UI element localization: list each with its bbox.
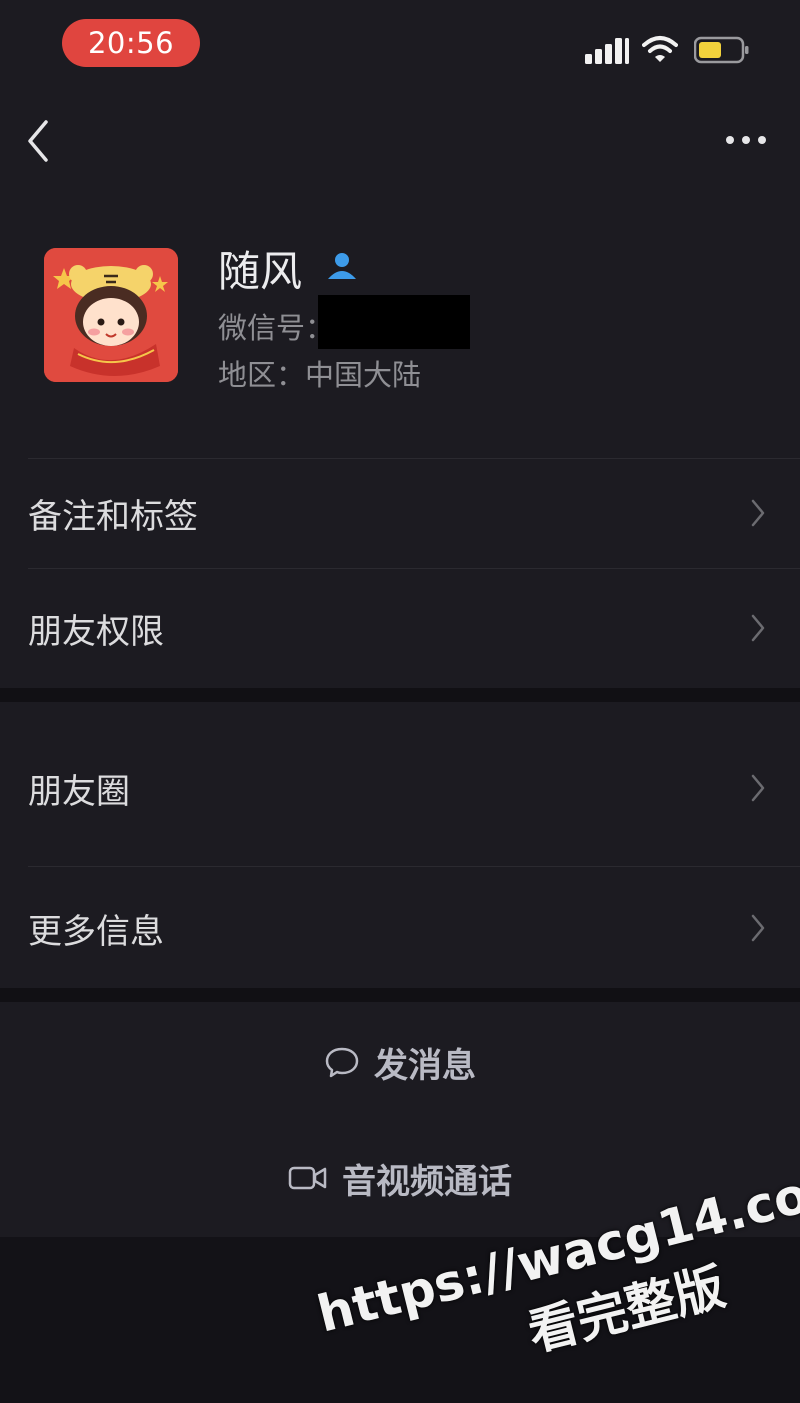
chevron-right-icon	[751, 774, 765, 802]
battery-icon	[694, 36, 749, 64]
wifi-icon	[642, 36, 678, 62]
menu-item-label: 朋友权限	[28, 611, 164, 652]
chat-bubble-icon	[325, 1047, 359, 1078]
send-message-label: 发消息	[374, 1045, 476, 1086]
chevron-right-icon	[751, 499, 765, 527]
contact-person-icon	[328, 253, 356, 279]
divider	[28, 866, 800, 867]
menu-item-moments[interactable]: 朋友圈	[0, 718, 800, 858]
more-options-button[interactable]	[722, 128, 770, 152]
divider	[28, 458, 800, 459]
menu-item-remarks-tags[interactable]: 备注和标签	[0, 460, 800, 566]
cellular-signal-icon	[585, 38, 629, 64]
region-text: 地区：中国大陆	[218, 358, 422, 392]
section-gap	[0, 688, 800, 702]
wechat-id-label: 微信号：	[218, 311, 335, 345]
menu-item-label: 更多信息	[28, 911, 164, 952]
section-gap	[0, 988, 800, 1002]
menu-item-label: 备注和标签	[28, 496, 198, 537]
contact-profile-screen: 20:56 随风 微信号： 地区：中国大陆 备注和标签 朋友权限 朋友圈 更多信…	[0, 0, 800, 1403]
send-message-button[interactable]: 发消息	[0, 1010, 800, 1114]
menu-item-label: 朋友圈	[28, 771, 130, 812]
status-time: 20:56	[62, 19, 200, 67]
contact-name: 随风	[218, 247, 303, 296]
avatar[interactable]	[44, 248, 178, 382]
menu-item-friend-permissions[interactable]: 朋友权限	[0, 572, 800, 684]
chevron-right-icon	[751, 614, 765, 642]
chevron-right-icon	[751, 914, 765, 942]
video-camera-icon	[288, 1166, 327, 1190]
menu-item-more-info[interactable]: 更多信息	[0, 870, 800, 986]
divider	[28, 568, 800, 569]
back-button[interactable]	[24, 118, 54, 164]
avatar-image	[44, 248, 178, 382]
wechat-id-redaction	[318, 295, 470, 349]
